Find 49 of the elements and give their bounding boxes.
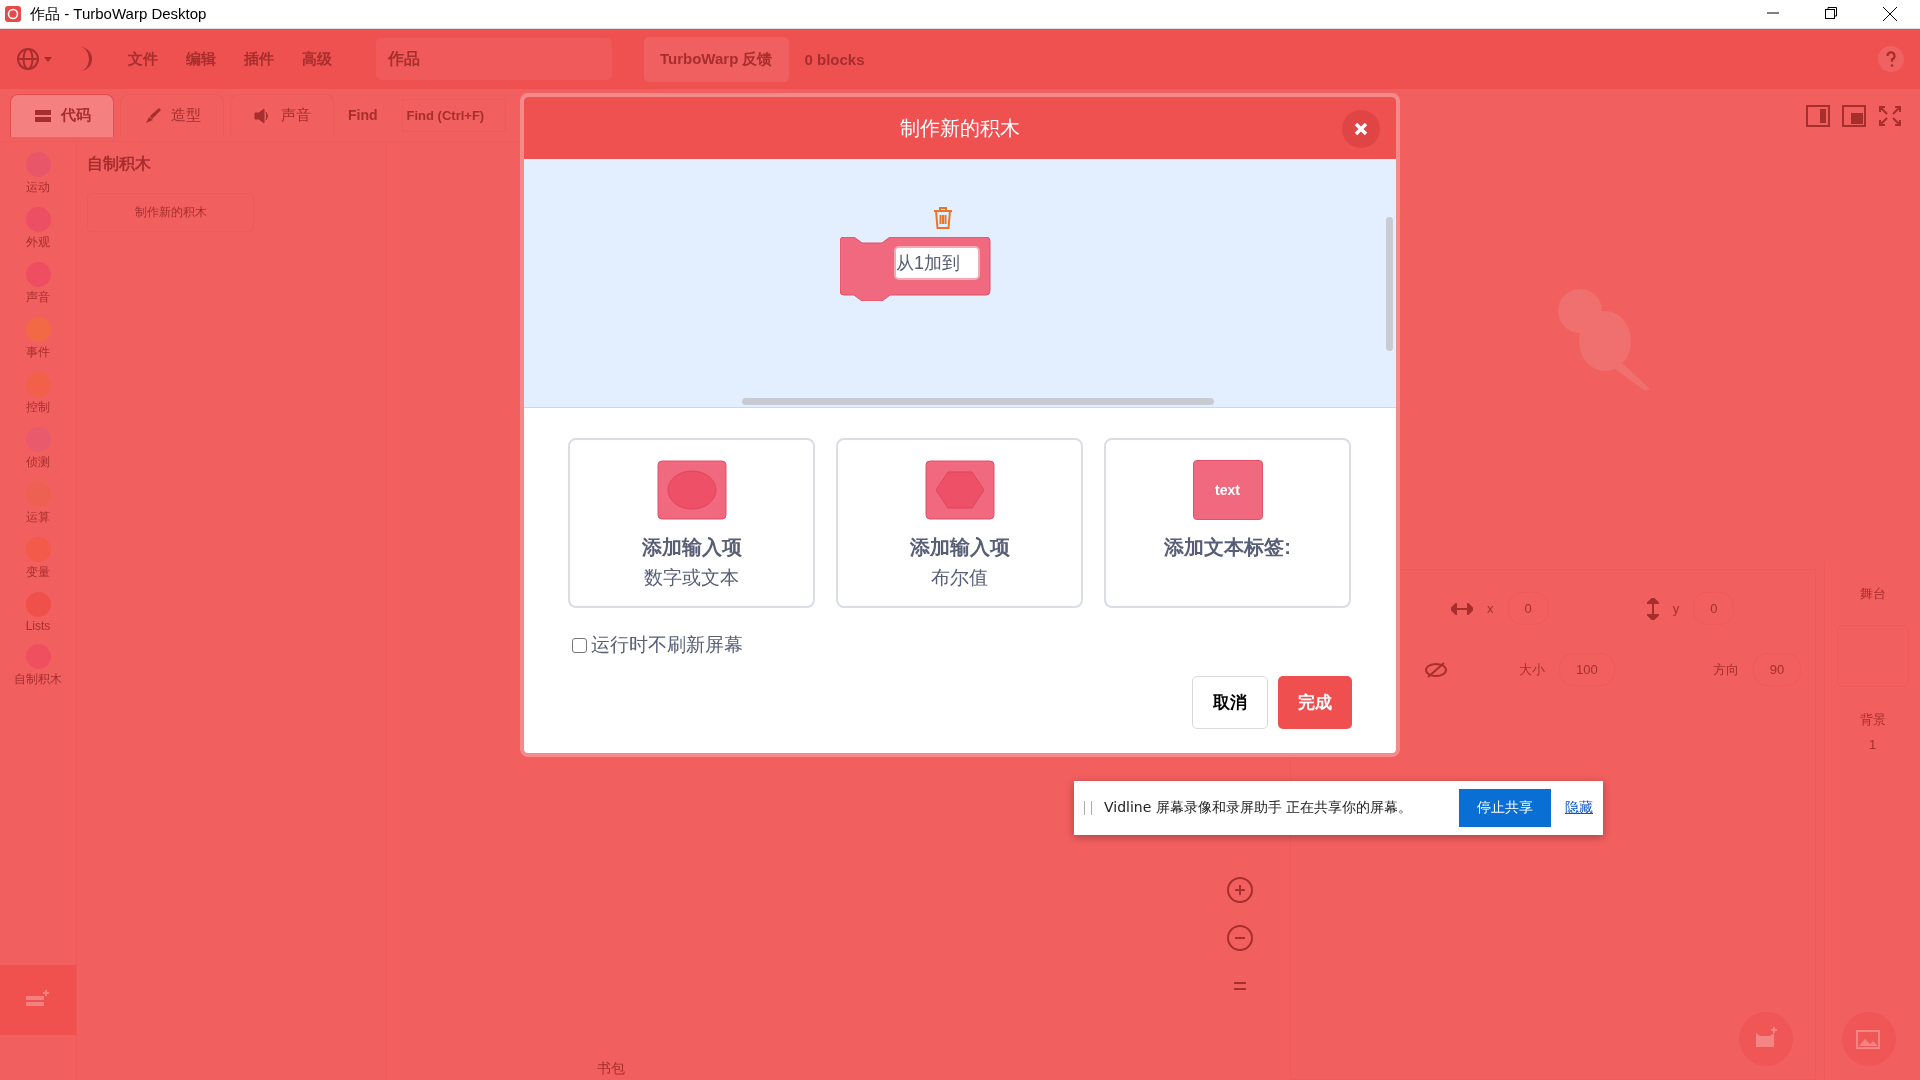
dialog-title: 制作新的积木	[900, 115, 1020, 141]
cancel-button[interactable]: 取消	[1192, 676, 1268, 729]
done-button[interactable]: 完成	[1278, 676, 1352, 729]
direction-label: 方向	[1712, 660, 1739, 679]
category-label[interactable]: 运动	[26, 179, 50, 196]
menu-item[interactable]: 高级	[302, 49, 332, 69]
feedback-button[interactable]: TurboWarp 反馈	[644, 36, 789, 82]
find-field[interactable]: Find (Ctrl+F)	[401, 98, 506, 132]
category-label[interactable]: 事件	[26, 344, 50, 361]
size-field[interactable]: 100	[1559, 653, 1615, 686]
editor-tab[interactable]: 代码	[10, 93, 114, 137]
make-block-button[interactable]: 制作新的积木	[87, 193, 254, 232]
block-label-field[interactable]: 从1加到	[894, 246, 980, 280]
project-title-field[interactable]: 作品	[376, 38, 612, 80]
backdrop-count: 1	[1868, 737, 1877, 752]
palette-heading: 自制积木	[87, 154, 152, 174]
y-label: y	[1672, 601, 1680, 616]
category-label[interactable]: 运算	[26, 509, 50, 526]
x-field[interactable]: 0	[1507, 592, 1549, 625]
y-field[interactable]: 0	[1693, 592, 1735, 625]
category-label[interactable]: 外观	[26, 234, 50, 251]
category-label[interactable]: 自制积木	[14, 671, 62, 688]
text-label-icon: text	[1192, 460, 1263, 520]
block-count: 0 blocks	[804, 50, 865, 68]
x-label: x	[1487, 601, 1494, 616]
add-input-option[interactable]: text 添加文本标签:	[1104, 438, 1351, 608]
stop-sharing-button[interactable]: 停止共享	[1459, 789, 1551, 827]
menu-item[interactable]: 文件	[128, 49, 158, 69]
stage-label[interactable]: 舞台	[1859, 585, 1886, 603]
direction-field[interactable]: 90	[1752, 653, 1802, 686]
hide-link[interactable]: 隐藏	[1565, 799, 1593, 817]
backdrops-label: 背景	[1859, 711, 1886, 729]
menu-item[interactable]: 编辑	[186, 49, 216, 69]
share-message: Vidline 屏幕录像和录屏助手 正在共享你的屏幕。	[1104, 799, 1414, 817]
size-label: 大小	[1519, 660, 1545, 679]
editor-tab[interactable]: 造型	[120, 93, 224, 137]
category-label[interactable]: Lists	[25, 619, 51, 633]
category-label[interactable]: 声音	[26, 289, 50, 306]
find-label: Find	[348, 107, 378, 123]
category-label[interactable]: 变量	[26, 564, 50, 581]
checkbox-label[interactable]: 运行时不刷新屏幕	[591, 632, 743, 658]
category-label[interactable]: 控制	[26, 399, 50, 416]
window-title: 作品 - TurboWarp Desktop	[30, 4, 208, 24]
backpack-label[interactable]: 书包	[597, 1060, 625, 1078]
add-input-option[interactable]: 添加输入项 数字或文本	[568, 438, 815, 608]
category-label[interactable]: 侦测	[26, 454, 50, 471]
menu-item[interactable]: 插件	[244, 49, 274, 69]
add-input-option[interactable]: 添加输入项 布尔值	[836, 438, 1083, 608]
editor-tab[interactable]: 声音	[230, 93, 334, 137]
